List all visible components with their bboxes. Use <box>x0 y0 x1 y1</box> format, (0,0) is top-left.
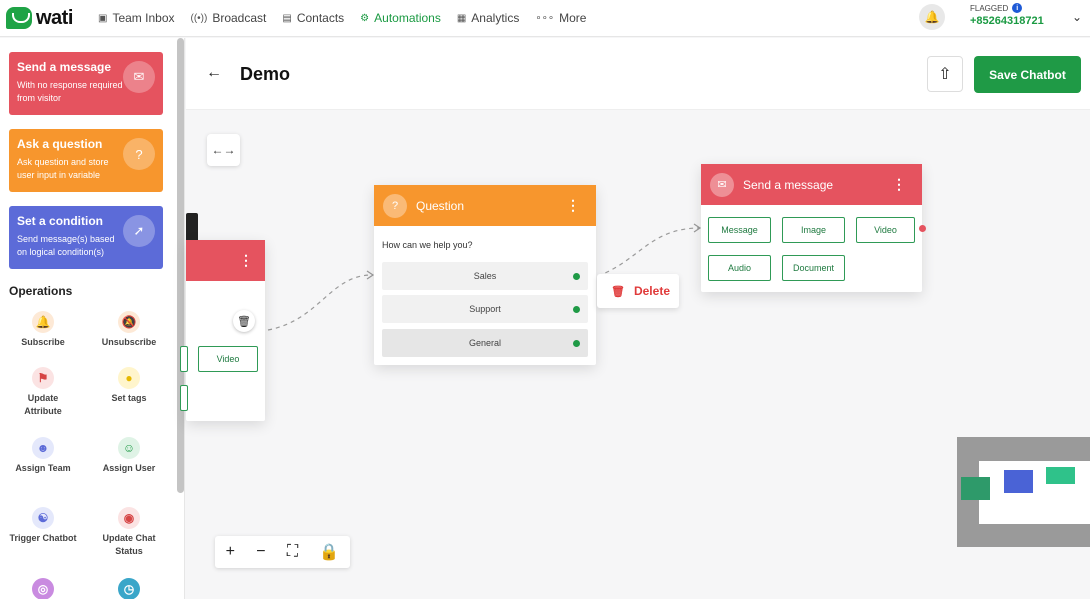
node-title: Send a message <box>743 177 834 192</box>
node-button-video[interactable]: Video <box>856 217 915 243</box>
zoom-in-icon[interactable]: + <box>226 543 235 561</box>
connector-dot[interactable] <box>919 225 926 232</box>
delete-connection-popup[interactable]: 🗑 Delete <box>597 274 679 308</box>
fit-view-icon[interactable]: ⛶ <box>287 543 298 561</box>
node-button-message[interactable]: Message <box>708 217 771 243</box>
option-label: General <box>468 338 502 348</box>
node-button-partial[interactable] <box>180 346 188 372</box>
node-button-partial[interactable] <box>180 385 188 411</box>
answer-option[interactable]: General <box>382 329 588 357</box>
node-button-video[interactable]: Video <box>198 346 258 372</box>
option-label: Sales <box>473 271 497 281</box>
connector-dot[interactable] <box>573 340 580 347</box>
kebab-menu-icon[interactable]: ⋮ <box>892 176 906 193</box>
message-icon: ✉ <box>710 172 734 197</box>
node-button-audio[interactable]: Audio <box>708 255 771 281</box>
kebab-menu-icon[interactable]: ⋮ <box>239 252 253 269</box>
trash-icon[interactable]: 🗑 <box>233 310 255 332</box>
message-node-partial[interactable]: ⋮ Video <box>180 240 265 421</box>
connector-dot[interactable] <box>573 306 580 313</box>
node-tab <box>186 213 198 240</box>
minimap-node <box>961 477 990 500</box>
question-prompt: How can we help you? <box>382 240 473 250</box>
answer-option[interactable]: Sales <box>382 262 588 290</box>
minimap-node <box>1046 467 1075 484</box>
minimap-node <box>1004 470 1033 493</box>
trash-icon: 🗑 <box>611 285 625 298</box>
delete-label: Delete <box>633 284 670 298</box>
node-button-document[interactable]: Document <box>782 255 845 281</box>
node-button-image[interactable]: Image <box>782 217 845 243</box>
question-icon: ? <box>383 193 407 218</box>
node-header: ⋮ <box>186 240 265 281</box>
node-title: Question <box>416 198 465 213</box>
lock-icon[interactable]: 🔒 <box>319 542 339 562</box>
node-header: ? Question ⋮ <box>374 185 596 226</box>
connector-dot[interactable] <box>573 273 580 280</box>
zoom-out-icon[interactable]: − <box>256 543 265 561</box>
option-label: Support <box>469 304 501 314</box>
zoom-controls: + − ⛶ 🔒 <box>215 536 350 568</box>
question-node[interactable]: ? Question ⋮ How can we help you? Sales … <box>374 185 596 365</box>
node-header: ✉ Send a message ⋮ <box>701 164 922 205</box>
answer-option[interactable]: Support <box>382 295 588 323</box>
send-message-node[interactable]: ✉ Send a message ⋮ Message Image Video A… <box>701 164 922 292</box>
kebab-menu-icon[interactable]: ⋮ <box>566 197 580 214</box>
